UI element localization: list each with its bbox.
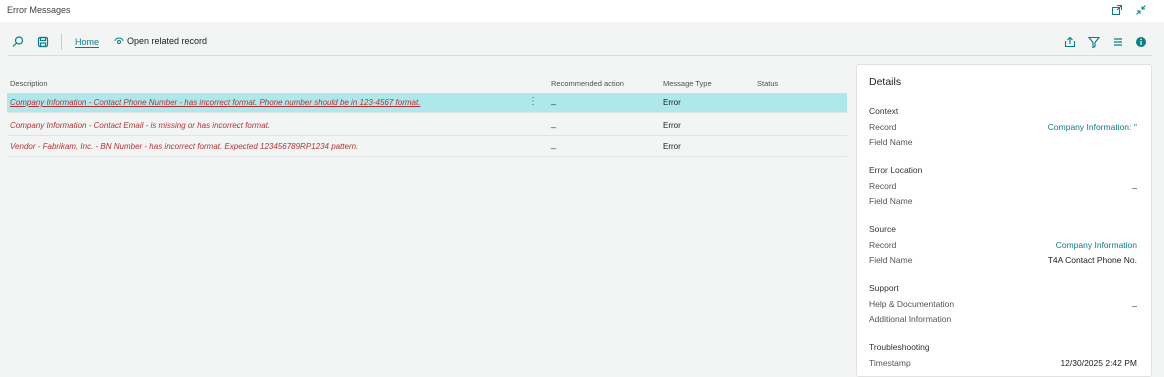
link-icon [114,37,124,44]
collapse-icon[interactable] [1135,4,1147,16]
source-field-value: T4A Contact Phone No. [1047,255,1137,265]
search-icon[interactable] [11,35,25,49]
support-heading: Support [869,283,899,293]
error-location-heading: Error Location [869,165,923,175]
error-location-record-value: _ [1132,179,1137,189]
column-header-recommended-action[interactable]: Recommended action [551,79,624,88]
recommended-action-cell[interactable]: _ [551,95,556,105]
details-panel: Details Context Record Company Informati… [856,64,1152,377]
action-bar-divider-line [8,55,1152,56]
help-documentation-label: Help & Documentation [869,299,955,309]
source-record-value[interactable]: Company Information [1056,240,1137,250]
message-type-cell: Error [663,121,681,130]
description-cell[interactable]: Vendor - Fabrikam, Inc. - BN Number - ha… [10,142,358,151]
context-record-label: Record [869,122,897,132]
message-type-cell: Error [663,98,681,107]
save-view-icon[interactable] [36,35,50,49]
list-icon[interactable] [1111,35,1125,49]
share-icon[interactable] [1063,35,1077,49]
context-heading: Context [869,106,899,116]
popout-icon[interactable] [1111,4,1123,16]
recommended-action-cell[interactable]: _ [551,118,556,128]
message-type-cell: Error [663,142,681,151]
action-bar-divider [61,34,62,50]
error-location-field-label: Field Name [869,196,913,206]
source-heading: Source [869,224,896,234]
context-field-label: Field Name [869,137,913,147]
additional-information-label: Additional Information [869,314,952,324]
description-cell[interactable]: Company Information - Contact Email - is… [10,121,270,130]
source-record-label: Record [869,240,897,250]
context-record-value[interactable]: Company Information: '' [1048,122,1137,132]
table-row[interactable]: Vendor - Fabrikam, Inc. - BN Number - ha… [7,137,847,157]
timestamp-label: Timestamp [869,358,911,368]
column-header-description[interactable]: Description [10,79,48,88]
row-menu-icon[interactable]: ⋮ [528,95,538,109]
table-row[interactable]: Company Information - Contact Phone Numb… [7,93,847,113]
error-location-record-label: Record [869,181,897,191]
title-bar: Error Messages [0,0,1164,22]
source-field-label: Field Name [869,255,913,265]
action-bar: Home Open related record [0,30,1164,54]
tab-home[interactable]: Home [75,37,99,47]
page-title: Error Messages [7,5,71,15]
info-icon[interactable] [1134,35,1148,49]
recommended-action-cell[interactable]: _ [551,139,556,149]
open-related-record-button[interactable]: Open related record [114,36,207,46]
column-header-message-type[interactable]: Message Type [663,79,712,88]
open-related-record-label: Open related record [127,36,208,46]
troubleshooting-heading: Troubleshooting [869,342,930,352]
grid-header: Description Recommended action Message T… [0,72,848,92]
details-title: Details [869,76,902,88]
filter-icon[interactable] [1087,35,1101,49]
help-documentation-value[interactable]: _ [1132,297,1137,307]
table-row[interactable]: Company Information - Contact Email - is… [7,116,847,136]
column-header-status[interactable]: Status [757,79,778,88]
description-cell[interactable]: Company Information - Contact Phone Numb… [10,98,420,107]
timestamp-value: 12/30/2025 2:42 PM [1060,358,1137,368]
